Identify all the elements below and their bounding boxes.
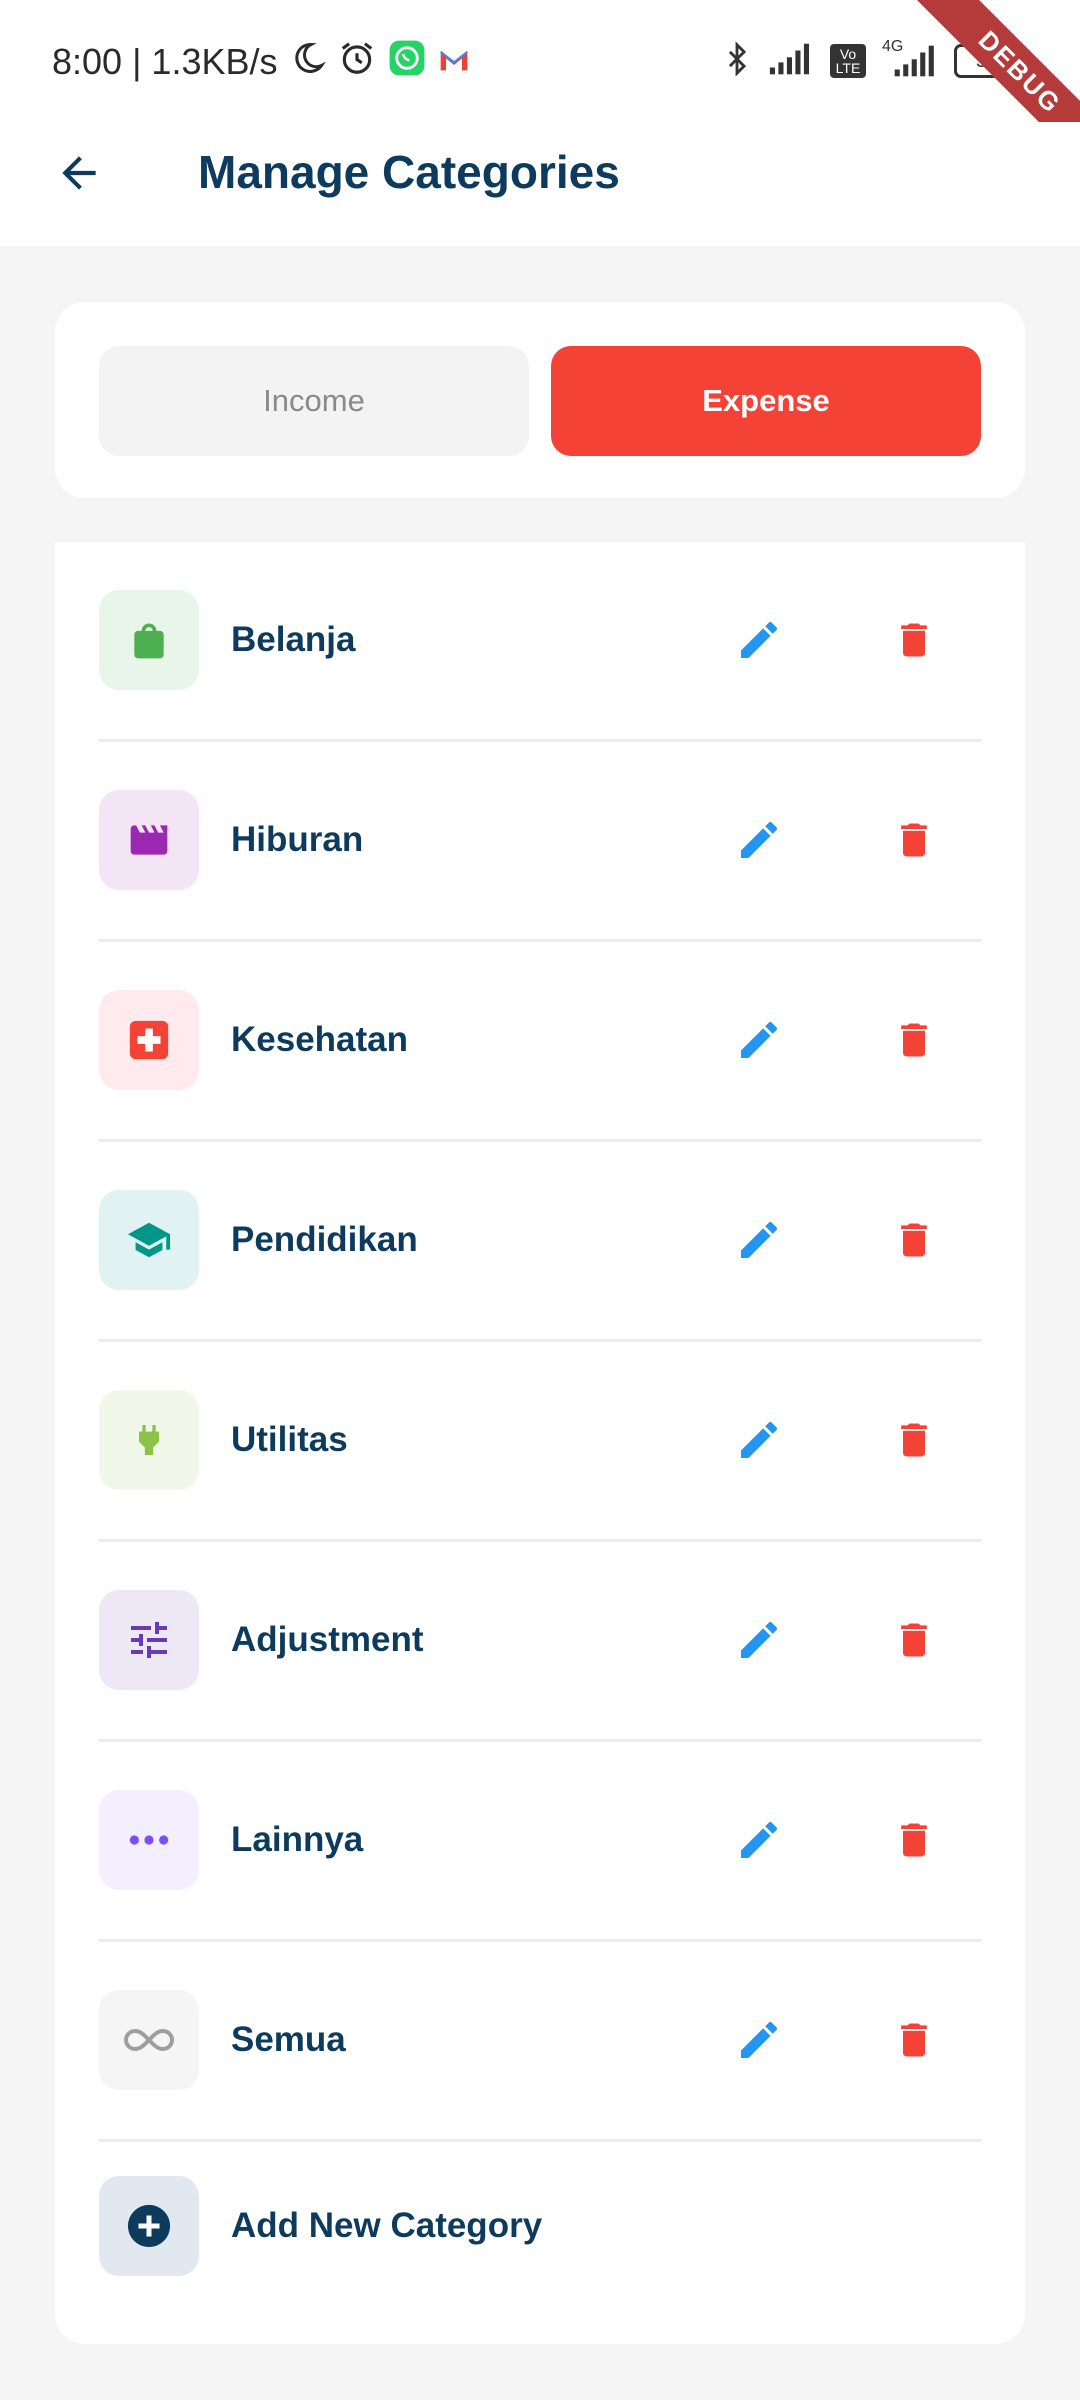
trash-icon	[901, 1623, 927, 1657]
pencil-icon	[741, 821, 777, 858]
category-row-kesehatan: Kesehatan	[99, 942, 981, 1142]
add-icon-container	[99, 2176, 199, 2276]
pencil-icon	[741, 1821, 777, 1858]
category-name: Hiburan	[231, 820, 364, 859]
volte-icon: Vo LTE	[830, 44, 866, 78]
back-button[interactable]	[48, 142, 110, 204]
category-name: Belanja	[231, 620, 356, 659]
pencil-icon	[741, 1421, 777, 1458]
more-horiz-icon	[129, 1835, 169, 1845]
category-name: Adjustment	[231, 1620, 424, 1659]
trash-icon	[901, 2023, 927, 2057]
category-row-hiburan: Hiburan	[99, 742, 981, 942]
edit-button[interactable]	[729, 610, 789, 670]
category-icon-container	[99, 990, 199, 1090]
trash-icon	[901, 823, 927, 857]
medical-cross-icon	[129, 1020, 169, 1060]
edit-button[interactable]	[729, 810, 789, 870]
tab-income[interactable]: Income	[99, 346, 529, 456]
moon-icon	[290, 40, 326, 85]
edit-button[interactable]	[729, 2010, 789, 2070]
add-circle-icon	[127, 2204, 171, 2248]
category-icon-container	[99, 1790, 199, 1890]
delete-button[interactable]	[884, 1610, 944, 1670]
category-name: Utilitas	[231, 1420, 348, 1459]
delete-button[interactable]	[884, 1410, 944, 1470]
edit-button[interactable]	[729, 1210, 789, 1270]
category-name: Kesehatan	[231, 1020, 409, 1059]
arrow-back-icon	[62, 156, 96, 190]
network-4g-signal-icon: 4G	[880, 38, 940, 78]
tab-expense[interactable]: Expense	[551, 346, 981, 456]
divider	[99, 2139, 981, 2142]
trash-icon	[901, 623, 927, 657]
graduation-cap-icon	[127, 1222, 171, 1258]
pencil-icon	[741, 2021, 777, 2058]
status-left: 8:00 | 1.3KB/s	[52, 38, 470, 86]
category-name: Semua	[231, 2020, 346, 2059]
movie-clapper-icon	[130, 825, 168, 855]
category-row-pendidikan: Pendidikan	[99, 1142, 981, 1342]
signal-icon	[768, 42, 816, 81]
category-name: Pendidikan	[231, 1220, 418, 1259]
category-row-adjustment: Adjustment	[99, 1542, 981, 1742]
category-icon-container	[99, 1390, 199, 1490]
category-row-utilitas: Utilitas	[99, 1342, 981, 1542]
pencil-icon	[741, 1021, 777, 1058]
category-row-belanja: Belanja	[99, 542, 981, 742]
delete-button[interactable]	[884, 1010, 944, 1070]
add-category-label: Add New Category	[231, 2206, 543, 2245]
category-row-lainnya: Lainnya	[99, 1742, 981, 1942]
trash-icon	[901, 1023, 927, 1057]
type-selector-card: Income Expense	[55, 302, 1025, 498]
category-icon-container	[99, 1590, 199, 1690]
app-bar: Manage Categories	[0, 122, 1080, 246]
category-name: Lainnya	[231, 1820, 364, 1859]
network-type-label: 4G	[882, 38, 904, 55]
whatsapp-icon	[388, 39, 426, 86]
category-icon-container	[99, 1190, 199, 1290]
pencil-icon	[741, 621, 777, 658]
add-category-button[interactable]: Add New Category	[99, 2176, 981, 2280]
trash-icon	[901, 1423, 927, 1457]
delete-button[interactable]	[884, 2010, 944, 2070]
status-time-speed: 8:00 | 1.3KB/s	[52, 41, 278, 82]
infinity-icon	[124, 2028, 174, 2052]
edit-button[interactable]	[729, 1810, 789, 1870]
delete-button[interactable]	[884, 1810, 944, 1870]
edit-button[interactable]	[729, 1610, 789, 1670]
pencil-icon	[741, 1621, 777, 1658]
page-title: Manage Categories	[198, 146, 620, 198]
category-icon-container	[99, 590, 199, 690]
status-bar: 8:00 | 1.3KB/s Vo LTE 4G 54 DEBUG	[0, 0, 1080, 180]
gmail-icon	[438, 41, 470, 83]
shopping-bag-icon	[134, 623, 164, 659]
alarm-icon	[338, 39, 376, 86]
tune-icon	[131, 1622, 167, 1658]
pencil-icon	[741, 1221, 777, 1258]
bluetooth-icon	[720, 39, 754, 84]
category-icon-container	[99, 790, 199, 890]
category-row-semua: Semua	[99, 1942, 981, 2142]
category-icon-container	[99, 1990, 199, 2090]
delete-button[interactable]	[884, 810, 944, 870]
delete-button[interactable]	[884, 1210, 944, 1270]
edit-button[interactable]	[729, 1010, 789, 1070]
trash-icon	[901, 1823, 927, 1857]
category-list: Belanja Hiburan Kesehatan Pendidikan Uti…	[55, 542, 1025, 2344]
delete-button[interactable]	[884, 610, 944, 670]
edit-button[interactable]	[729, 1410, 789, 1470]
trash-icon	[901, 1223, 927, 1257]
plug-icon	[139, 1425, 159, 1455]
